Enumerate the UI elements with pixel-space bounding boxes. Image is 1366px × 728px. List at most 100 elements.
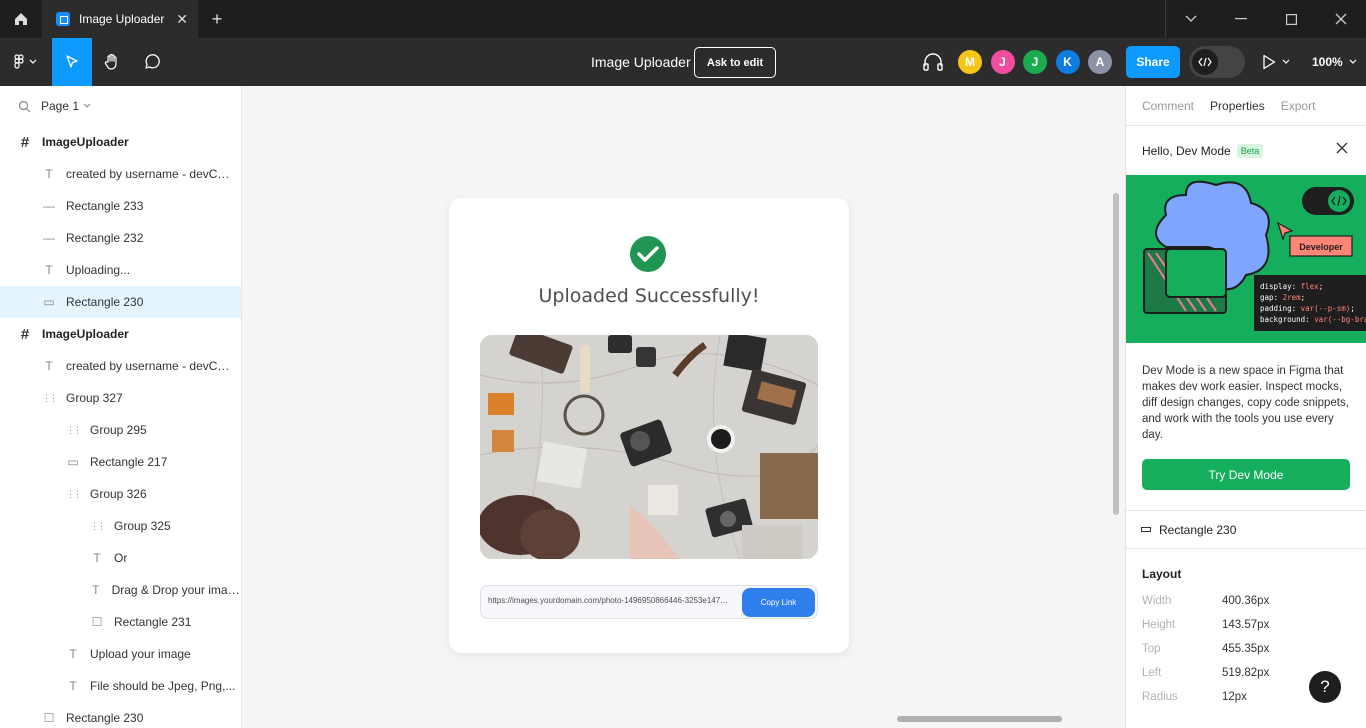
layer-item[interactable]: # ImageUploader [0,318,241,350]
tab-export[interactable]: Export [1281,99,1316,113]
hand-tool[interactable] [92,38,132,86]
layer-label: Group 327 [66,391,123,405]
cursor-icon [66,55,78,68]
layer-item[interactable]: ⋮⋮ Group 325 [0,510,241,542]
layer-item[interactable]: ⋮⋮ Group 327 [0,382,241,414]
layer-label: Group 326 [90,487,147,501]
property-row: Height 143.57px [1126,613,1366,637]
layer-item[interactable]: ☐ Rectangle 231 [0,606,241,638]
beta-badge: Beta [1236,143,1264,158]
layer-label: ImageUploader [42,327,129,341]
layer-item[interactable]: ⋮⋮ Group 326 [0,478,241,510]
chevron-down-icon[interactable] [1166,0,1216,38]
document-title[interactable]: Image Uploader [591,38,691,86]
layer-item[interactable]: — Rectangle 232 [0,222,241,254]
page-selector[interactable]: Page 1 [0,86,241,126]
svg-text:padding: var(--p-sm);: padding: var(--p-sm); [1260,304,1355,313]
canvas-vertical-scrollbar[interactable] [1113,193,1119,515]
share-link-field[interactable]: https://images.yourdomain.com/photo-1496… [480,585,818,619]
move-tool[interactable] [52,38,92,86]
maximize-button[interactable] [1266,0,1316,38]
properties-panel: Comment Properties Export Hello, Dev Mode … [1125,86,1366,728]
dev-mode-header: Hello, Dev Mode Beta [1126,126,1366,175]
property-value[interactable]: 400.36px [1222,595,1269,607]
layer-item[interactable]: ▭ Rectangle 217 [0,446,241,478]
property-value[interactable]: 12px [1222,691,1247,703]
search-icon [18,100,31,112]
success-check-icon [630,236,666,272]
minimize-icon [1235,18,1247,20]
property-value[interactable]: 519.82px [1222,667,1269,679]
avatar[interactable]: J [990,50,1015,74]
help-button[interactable]: ? [1309,671,1341,703]
upload-success-card[interactable]: Uploaded Successfully! https://images.yo… [449,198,849,653]
group-icon: ⋮⋮ [90,520,106,531]
layout-section-title: Layout [1142,567,1182,581]
zoom-control[interactable]: 100% [1312,50,1357,74]
layer-item[interactable]: T Drag & Drop your image here [0,574,241,606]
property-label: Height [1142,619,1176,631]
comment-icon [145,54,160,69]
minimize-button[interactable] [1216,0,1266,38]
close-icon[interactable] [1336,142,1348,154]
avatar[interactable]: A [1088,50,1112,74]
layer-item[interactable]: — Rectangle 233 [0,190,241,222]
property-row: Width 400.36px [1126,589,1366,613]
layer-label: created by username - devChallenges.io [66,359,236,373]
text-icon: T [45,359,53,373]
layer-item[interactable]: T Or [0,542,241,574]
comment-tool[interactable] [132,38,172,86]
text-icon: T [92,583,100,597]
layer-item[interactable]: ⋮⋮ Group 295 [0,414,241,446]
canvas-horizontal-scrollbar[interactable] [897,716,1062,722]
rectangle-icon: ▭ [67,455,79,469]
audio-button[interactable] [920,50,946,74]
present-button[interactable] [1262,50,1290,74]
layer-item[interactable]: T Uploading... [0,254,241,286]
group-icon: ⋮⋮ [66,488,82,499]
layer-label: Rectangle 233 [66,199,144,213]
share-link-text[interactable]: https://images.yourdomain.com/photo-1496… [488,596,732,605]
try-dev-mode-button[interactable]: Try Dev Mode [1142,459,1350,490]
tab-comment[interactable]: Comment [1142,99,1194,113]
layer-item[interactable]: Tcreated by username - devChallenges.io [0,350,241,382]
layer-item[interactable]: T Upload your image [0,638,241,670]
layer-item[interactable]: T File should be Jpeg, Png,... [0,670,241,702]
ask-to-edit-button[interactable]: Ask to edit [694,47,776,78]
property-value[interactable]: 455.35px [1222,643,1269,655]
home-button[interactable] [0,0,42,38]
layer-item[interactable]: ▭ Rectangle 230 [0,286,241,318]
close-window-button[interactable] [1316,0,1366,38]
layer-label: Group 325 [114,519,171,533]
tab-close-icon[interactable]: ✕ [176,11,188,28]
svg-text:gap: 2rem;: gap: 2rem; [1260,293,1305,302]
avatar[interactable]: K [1055,50,1080,74]
dev-mode-toggle[interactable] [1189,46,1245,78]
layer-label: created by username - devChallenges.io [66,167,236,181]
line-icon: — [43,231,55,245]
dev-mode-illustration: Developer display: flex; gap: 2rem; padd… [1126,175,1366,343]
layer-item[interactable]: # ImageUploader [0,126,241,158]
layer-label: Uploading... [66,263,131,277]
share-button[interactable]: Share [1126,46,1180,78]
dev-mode-description: Dev Mode is a new space in Figma that ma… [1142,365,1349,441]
avatar[interactable]: M [958,50,982,74]
tab-properties[interactable]: Properties [1210,99,1265,113]
copy-link-button[interactable]: Copy Link [742,588,815,617]
developer-tag: Developer [1299,242,1343,252]
tab-image-uploader[interactable]: Image Uploader ✕ [42,0,198,38]
layer-item[interactable]: ☐ Rectangle 230 [0,702,241,728]
group-icon: ⋮⋮ [42,392,58,403]
group-icon: ⋮⋮ [66,424,82,435]
new-tab-button[interactable]: + [198,0,236,38]
layer-item[interactable]: Tcreated by username - devChallenges.io [0,158,241,190]
avatar[interactable]: J [1023,50,1047,74]
property-value[interactable]: 143.57px [1222,619,1269,631]
selected-layer: Rectangle 230 [1126,511,1366,548]
layer-label: Drag & Drop your image here [111,583,241,597]
rectangle-icon: ▭ [43,295,55,309]
selected-layer-name: Rectangle 230 [1159,522,1237,537]
main-menu-button[interactable] [0,38,52,86]
zoom-level: 100% [1312,55,1343,69]
panel-tabs: Comment Properties Export [1126,86,1366,126]
